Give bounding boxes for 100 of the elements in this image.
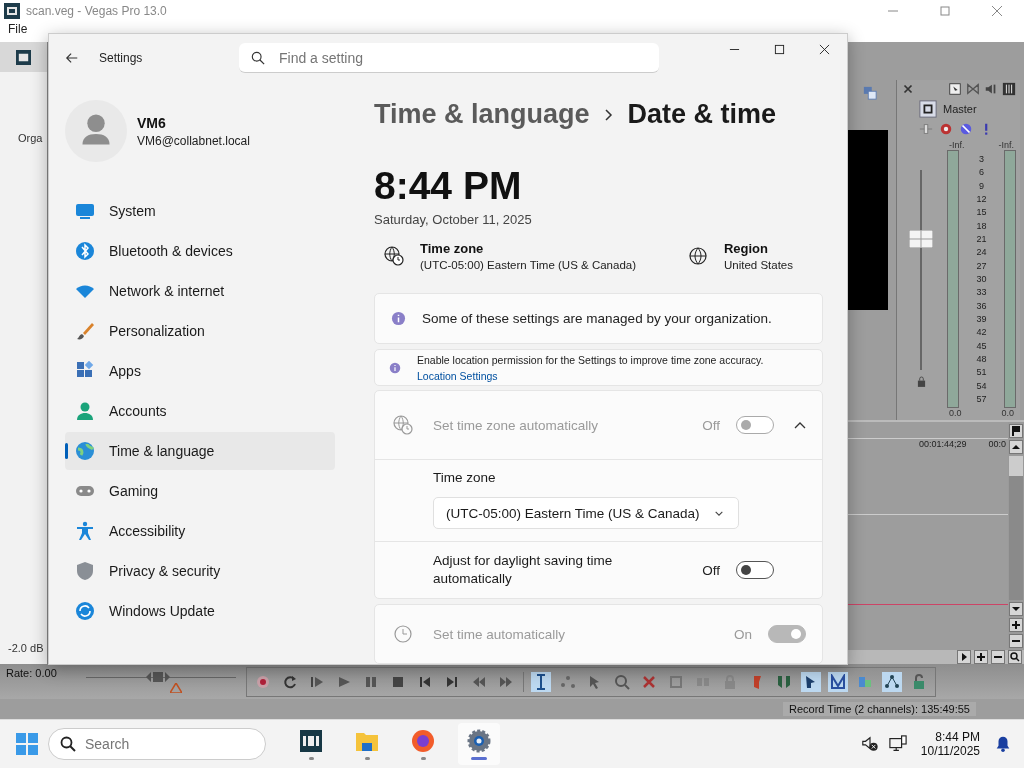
scale-label: 21: [976, 233, 987, 244]
monitor-icon: [75, 201, 95, 221]
bowtie-icon[interactable]: [966, 82, 980, 96]
search-field[interactable]: Find a setting: [239, 43, 659, 73]
globe-clock-icon: [393, 415, 413, 435]
scale-label: 42: [976, 327, 987, 338]
close-icon[interactable]: [819, 44, 830, 55]
insert-bus-icon[interactable]: [948, 82, 962, 96]
search-field[interactable]: Search: [48, 728, 266, 761]
current-date: Saturday, October 11, 2025: [374, 211, 533, 227]
globe-icon: [687, 245, 708, 266]
nav-item[interactable]: Apps: [65, 352, 335, 390]
page-title: Date & time: [627, 99, 777, 131]
warning-icon: [170, 682, 182, 693]
field-label: Time zone: [433, 470, 497, 485]
brush-icon: [75, 321, 95, 341]
notice-text: Enable location permission for the Settings to improve time zone accuracy.: [417, 353, 764, 366]
clock-date[interactable]: 10/11/2025: [920, 744, 980, 759]
track-level: -2.0 dB: [8, 642, 45, 655]
plus-icon[interactable]: [974, 650, 988, 665]
setting-label: Set time automatically: [433, 626, 566, 642]
minus-icon[interactable]: [991, 650, 1005, 665]
gear-icon: [467, 728, 491, 753]
windows-icon[interactable]: [863, 86, 877, 100]
avatar: [65, 100, 127, 162]
bluetooth-icon: [75, 241, 95, 261]
fader-handle[interactable]: [909, 230, 933, 248]
status-text: Record Time (2 channels): 135:49:55: [783, 702, 976, 717]
info-value: (UTC-05:00) Eastern Time (US & Canada): [420, 258, 637, 271]
location-settings-link[interactable]: Location Settings: [417, 369, 498, 382]
plus-icon[interactable]: [1009, 618, 1023, 633]
flag-icon[interactable]: [1009, 424, 1023, 438]
back-arrow-icon[interactable]: [65, 51, 79, 65]
notice-text: Some of these settings are managed by your organization.: [422, 310, 772, 326]
refresh-icon: [75, 601, 95, 621]
auto-ripple-icon[interactable]: [828, 671, 848, 692]
bell-icon[interactable]: [994, 735, 1012, 754]
scale-label: 3: [979, 154, 984, 164]
speaker-muted-icon[interactable]: [860, 735, 879, 754]
app-title: Settings: [99, 51, 144, 65]
start-button[interactable]: [16, 733, 38, 756]
film-icon: [299, 728, 323, 753]
toggle-state: On: [734, 626, 752, 642]
scale-label: 45: [976, 340, 987, 351]
fader-icon[interactable]: [919, 122, 933, 136]
timecode: 00:0: [988, 439, 1006, 449]
scrollbar-thumb[interactable]: [1009, 456, 1023, 476]
play-icon[interactable]: [957, 650, 971, 665]
mute-icon[interactable]: [959, 122, 973, 136]
lock-icon[interactable]: [916, 376, 926, 387]
scale-label: 54: [976, 380, 987, 391]
nav-item[interactable]: System: [65, 192, 335, 230]
minus-icon[interactable]: [1009, 634, 1023, 649]
browser-icon: [411, 728, 435, 753]
gear-icon[interactable]: [939, 122, 953, 136]
speaker-icon[interactable]: [984, 82, 998, 96]
share-icon[interactable]: [882, 671, 902, 692]
nav-item[interactable]: Accounts: [65, 392, 335, 430]
clock-icon: [393, 624, 413, 644]
current-time: 8:44 PM: [374, 163, 523, 208]
toggle-state: Off: [702, 417, 720, 433]
user-email: VM6@collabnet.local: [137, 133, 250, 148]
bus-button[interactable]: [919, 100, 937, 118]
cursor-tool-icon[interactable]: [531, 671, 551, 692]
menu-item[interactable]: File: [8, 22, 28, 36]
snap-icon[interactable]: [801, 671, 821, 692]
network-icon[interactable]: [888, 735, 907, 754]
maximize-icon[interactable]: [774, 44, 785, 55]
settings-app-button[interactable]: [458, 723, 500, 766]
info-label: Time zone: [420, 240, 485, 256]
scale-label: 12: [976, 194, 987, 204]
film-icon[interactable]: [16, 49, 31, 65]
nav-item[interactable]: Network & internet: [65, 272, 335, 310]
nav-item[interactable]: Time & language: [65, 432, 335, 470]
mixer-icon[interactable]: [1002, 82, 1016, 96]
scale-label: 57: [976, 393, 987, 404]
scale-label: 24: [976, 247, 987, 258]
breadcrumb-link[interactable]: Time & language: [374, 99, 590, 131]
nav-item[interactable]: Gaming: [65, 472, 335, 510]
info-value: United States: [723, 258, 793, 271]
nav-item[interactable]: Bluetooth & devices: [65, 232, 335, 270]
close-icon[interactable]: [901, 82, 915, 96]
search-icon: [60, 736, 76, 753]
chevron-right-icon: [603, 107, 614, 122]
scale-label: 27: [976, 260, 987, 271]
nav-item[interactable]: Accessibility: [65, 512, 335, 550]
scale-label: 48: [976, 353, 987, 364]
scale-label: 33: [976, 287, 987, 298]
globe-icon: [75, 441, 95, 461]
clock-time[interactable]: 8:44 PM: [935, 730, 980, 745]
bus-name: Master: [943, 103, 977, 115]
zoom-icon[interactable]: [1008, 650, 1022, 665]
nav-item[interactable]: Windows Update: [65, 592, 335, 630]
person-icon: [75, 401, 95, 421]
scale-label: 39: [976, 313, 987, 324]
accessibility-icon: [75, 521, 95, 541]
nav-item[interactable]: Privacy & security: [65, 552, 335, 590]
scale-label: 18: [976, 220, 987, 231]
nav-item[interactable]: Personalization: [65, 312, 335, 350]
slider-thumb[interactable]: [146, 671, 170, 682]
